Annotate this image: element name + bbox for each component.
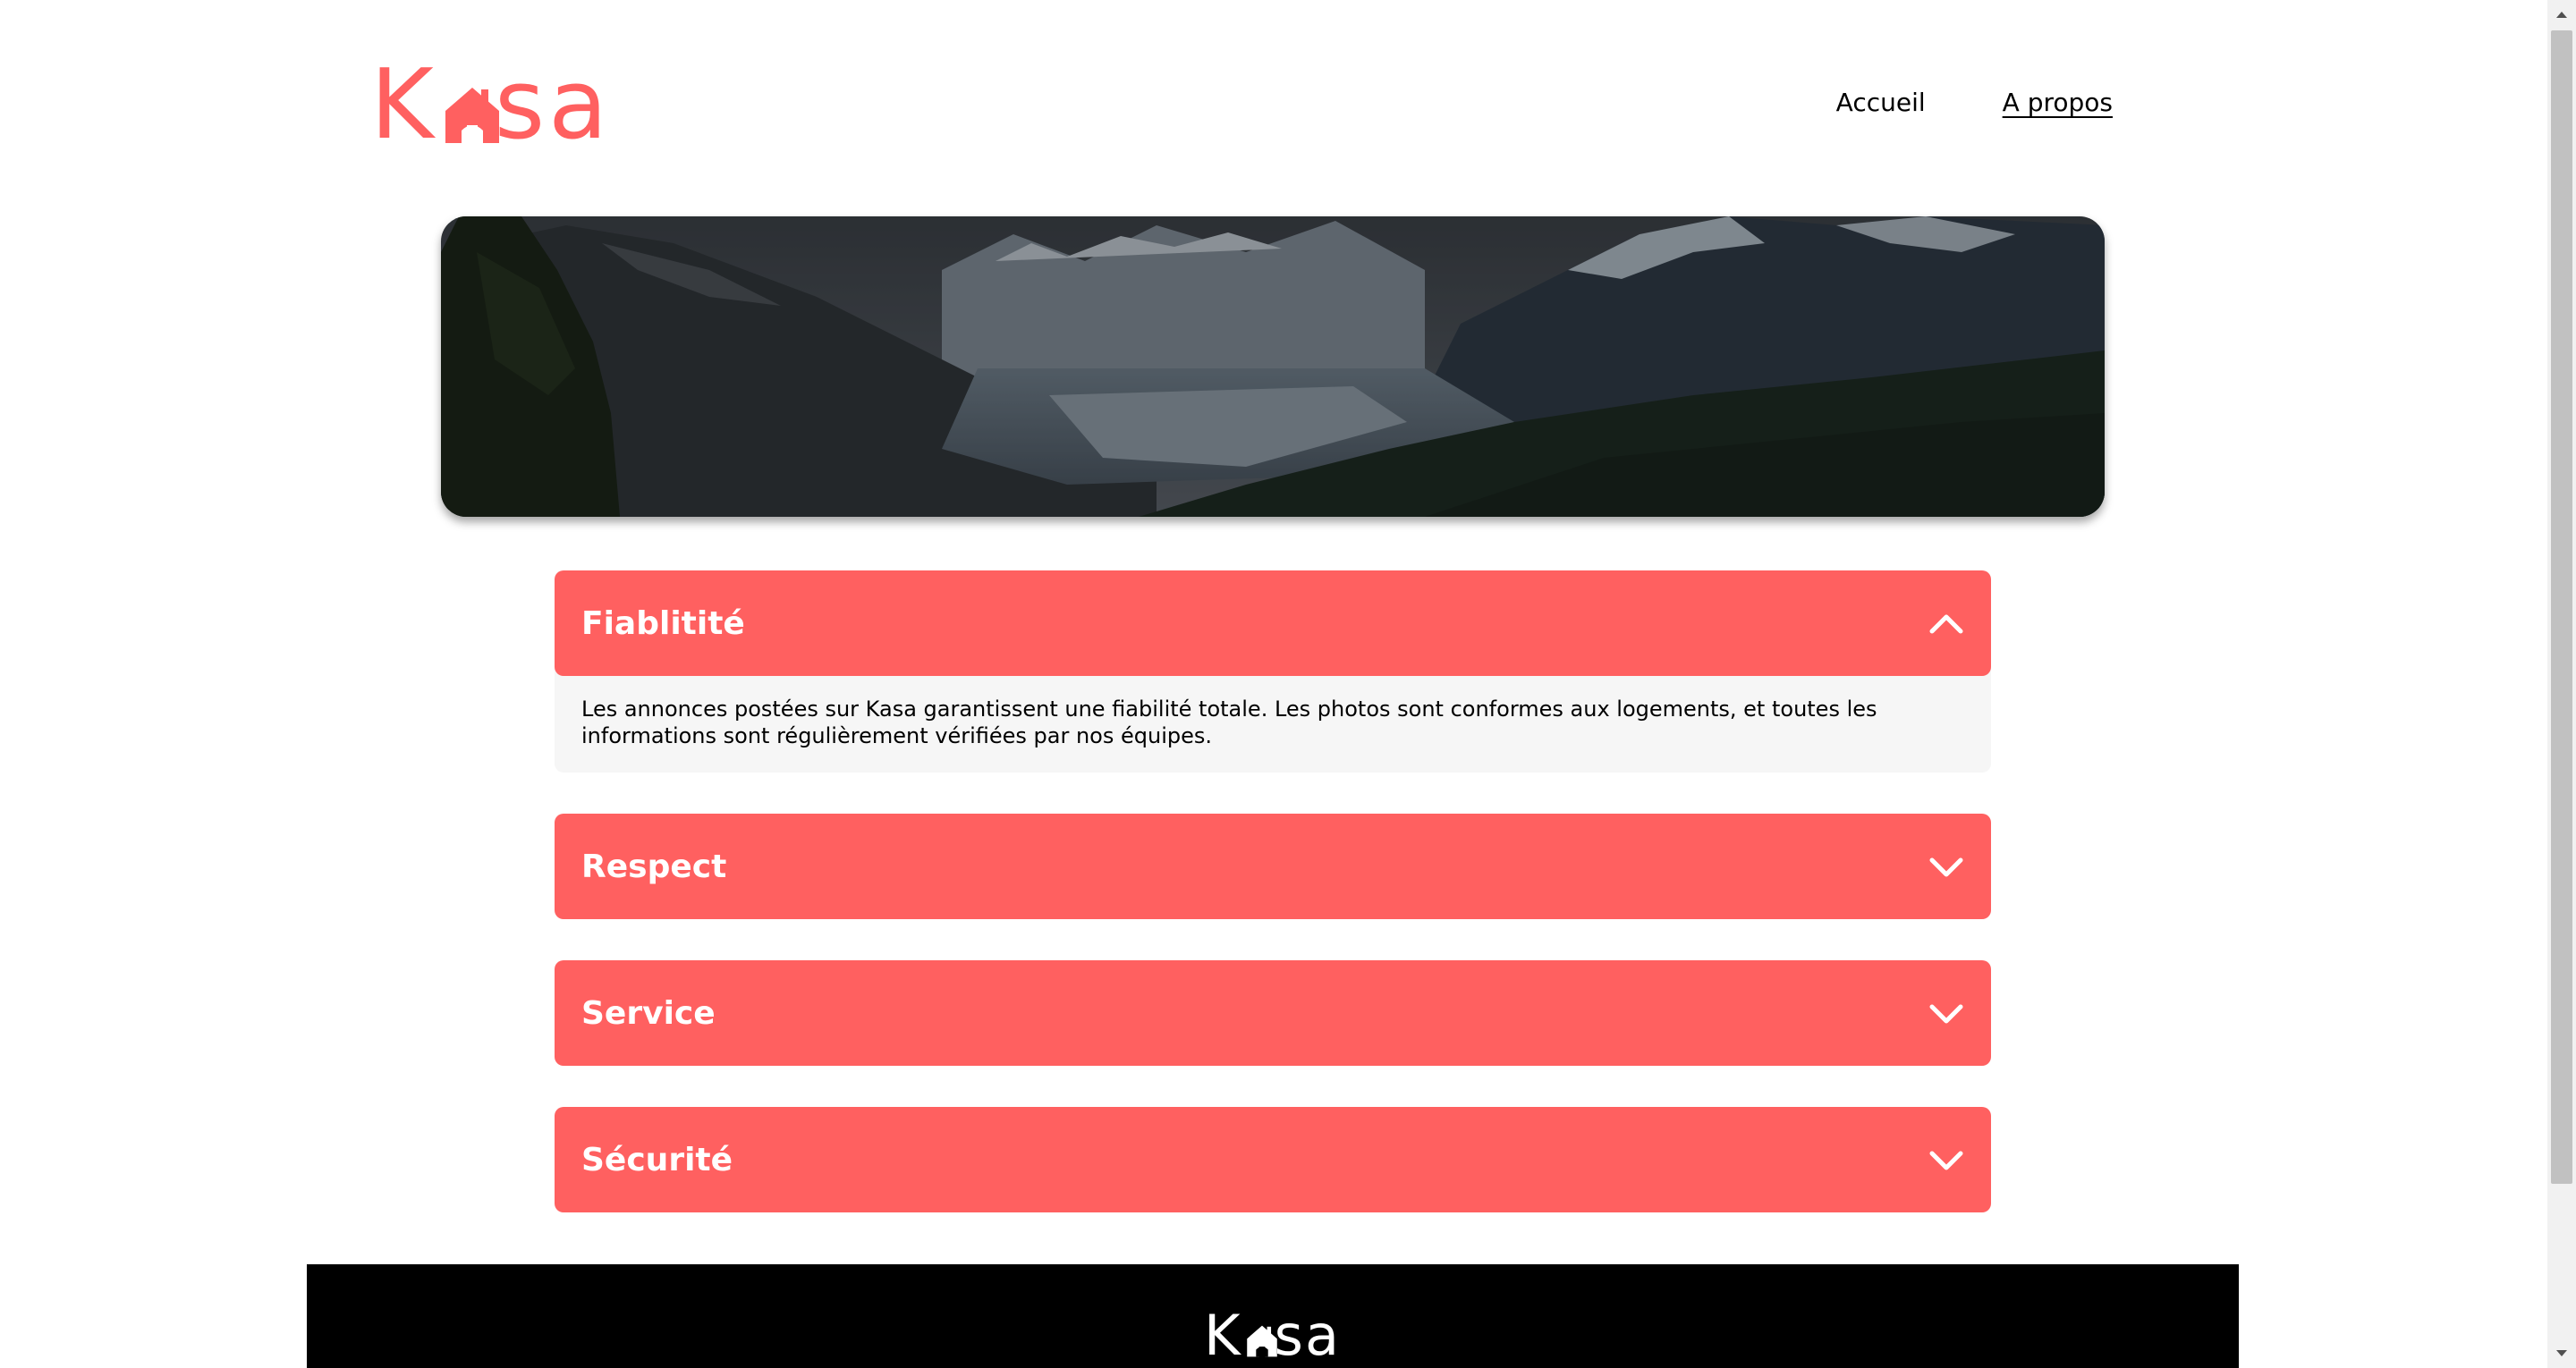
nav-link-a-propos[interactable]: A propos	[2003, 88, 2113, 117]
kasa-logo[interactable]: Ksa	[370, 57, 621, 154]
house-icon	[1245, 1323, 1279, 1359]
chevron-down-icon[interactable]	[1928, 849, 1964, 885]
logo-letter-k: K	[370, 49, 437, 161]
collapse-content: Les annonces postées sur Kasa garantisse…	[555, 669, 1991, 773]
footer-logo-letter-k: K	[1204, 1303, 1242, 1368]
collapse-title: Sécurité	[581, 1141, 733, 1178]
collapse-title: Respect	[581, 848, 727, 885]
collapse-title: Service	[581, 994, 716, 1032]
collapse-header-fiabilite[interactable]: Fiablitité	[555, 570, 1991, 676]
scrollbar-thumb[interactable]	[2551, 30, 2572, 1184]
collapse-title: Fiablitité	[581, 604, 745, 642]
about-collapses: Fiablitité Les annonces postées sur Kasa…	[555, 570, 1991, 1254]
house-icon	[442, 84, 503, 147]
page: Ksa Accueil A propos Fiablitité Les anno…	[0, 0, 2547, 1368]
chevron-down-icon[interactable]	[1928, 1143, 1964, 1178]
main-nav: Accueil A propos	[1836, 88, 2113, 117]
nav-link-accueil[interactable]: Accueil	[1836, 88, 1926, 117]
collapse-securite: Sécurité	[555, 1107, 1991, 1212]
scroll-down-arrow-icon[interactable]	[2547, 1339, 2576, 1368]
footer: Ksa	[307, 1264, 2239, 1368]
chevron-up-icon[interactable]	[1928, 606, 1964, 642]
collapse-service: Service	[555, 960, 1991, 1066]
collapse-header-respect[interactable]: Respect	[555, 814, 1991, 919]
chevron-down-icon[interactable]	[1928, 996, 1964, 1032]
footer-logo: Ksa	[1204, 1308, 1347, 1364]
collapse-header-securite[interactable]: Sécurité	[555, 1107, 1991, 1212]
about-banner-image	[441, 216, 2105, 517]
page-scrollbar[interactable]	[2547, 0, 2576, 1368]
collapse-header-service[interactable]: Service	[555, 960, 1991, 1066]
collapse-fiabilite: Fiablitité Les annonces postées sur Kasa…	[555, 570, 1991, 773]
scroll-up-arrow-icon[interactable]	[2547, 0, 2576, 29]
collapse-respect: Respect	[555, 814, 1991, 919]
logo-letters-sa: sa	[494, 49, 612, 161]
footer-logo-letters-sa: sa	[1274, 1303, 1341, 1368]
